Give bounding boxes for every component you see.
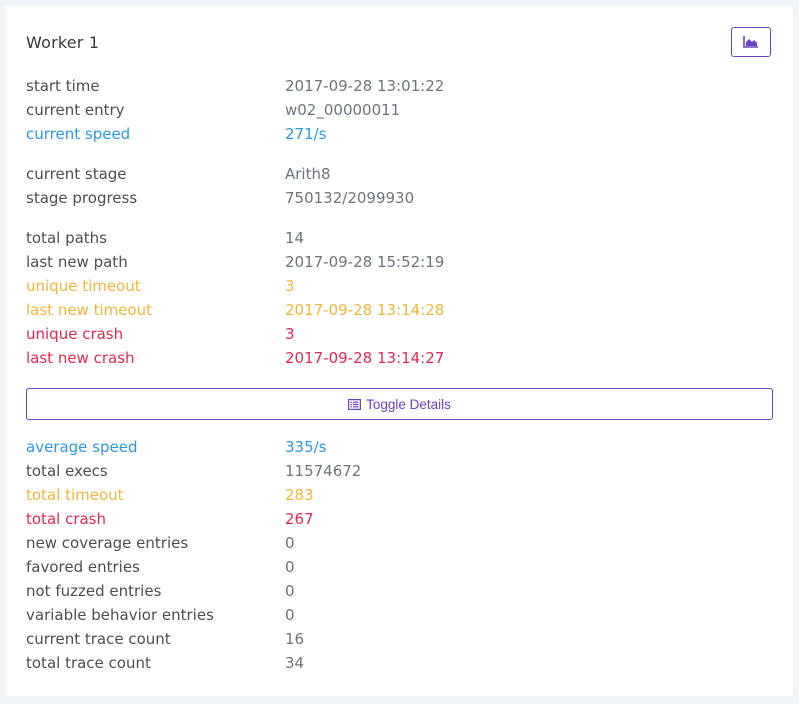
detail-value: 0 [285, 558, 295, 576]
stat-row: last new path 2017-09-28 15:52:19 [26, 252, 766, 272]
stat-value: 14 [285, 229, 305, 247]
worker-title: Worker 1 [26, 33, 100, 52]
stat-row: stage progress 750132/2099930 [26, 188, 766, 208]
toggle-details-button[interactable]: Toggle Details [26, 388, 773, 420]
detail-row: average speed 335/s [26, 437, 766, 457]
stat-row: last new timeout 2017-09-28 13:14:28 [26, 300, 766, 320]
stat-label: last new crash [26, 349, 135, 367]
stat-value: 3 [285, 277, 295, 295]
detail-row: favored entries 0 [26, 557, 766, 577]
stat-label: start time [26, 77, 100, 95]
detail-row: total trace count 34 [26, 653, 766, 673]
detail-value: 267 [285, 510, 314, 528]
detail-row: current trace count 16 [26, 629, 766, 649]
detail-row: not fuzzed entries 0 [26, 581, 766, 601]
stat-value: 2017-09-28 13:01:22 [285, 77, 445, 95]
detail-row: total crash 267 [26, 509, 766, 529]
detail-label: total trace count [26, 654, 151, 672]
detail-row: variable behavior entries 0 [26, 605, 766, 625]
stat-row: current speed 271/s [26, 124, 766, 144]
chart-button[interactable] [731, 27, 771, 57]
detail-label: current trace count [26, 630, 171, 648]
stat-row: current entry w02_00000011 [26, 100, 766, 120]
stat-label: current entry [26, 101, 125, 119]
detail-label: average speed [26, 438, 138, 456]
detail-value: 283 [285, 486, 314, 504]
stat-label: last new timeout [26, 301, 153, 319]
stat-label: stage progress [26, 189, 138, 207]
stat-row: unique crash 3 [26, 324, 766, 344]
stat-value: Arith8 [285, 165, 331, 183]
detail-label: variable behavior entries [26, 606, 214, 624]
stat-label: total paths [26, 229, 107, 247]
detail-label: favored entries [26, 558, 140, 576]
list-alt-icon [348, 398, 362, 410]
stat-row: start time 2017-09-28 13:01:22 [26, 76, 766, 96]
stat-row: total paths 14 [26, 228, 766, 248]
stat-row: current stage Arith8 [26, 164, 766, 184]
detail-label: new coverage entries [26, 534, 189, 552]
detail-label: not fuzzed entries [26, 582, 162, 600]
stat-value: 3 [285, 325, 295, 343]
detail-row: new coverage entries 0 [26, 533, 766, 553]
stat-label: unique crash [26, 325, 124, 343]
stat-label: current speed [26, 125, 131, 143]
stat-value: 271/s [285, 125, 327, 143]
stat-value: 2017-09-28 15:52:19 [285, 253, 445, 271]
detail-row: total timeout 283 [26, 485, 766, 505]
detail-label: total crash [26, 510, 106, 528]
toggle-details-label: Toggle Details [366, 396, 451, 412]
stat-value: 2017-09-28 13:14:27 [285, 349, 445, 367]
detail-label: total execs [26, 462, 108, 480]
area-chart-icon [743, 36, 759, 48]
stat-value: w02_00000011 [285, 101, 401, 119]
stat-label: last new path [26, 253, 128, 271]
stat-label: current stage [26, 165, 127, 183]
detail-value: 0 [285, 582, 295, 600]
stat-row: last new crash 2017-09-28 13:14:27 [26, 348, 766, 368]
stat-value: 750132/2099930 [285, 189, 415, 207]
detail-value: 335/s [285, 438, 327, 456]
detail-label: total timeout [26, 486, 124, 504]
detail-value: 34 [285, 654, 305, 672]
detail-row: total execs 11574672 [26, 461, 766, 481]
stat-row: unique timeout 3 [26, 276, 766, 296]
detail-value: 0 [285, 606, 295, 624]
stat-label: unique timeout [26, 277, 141, 295]
detail-value: 11574672 [285, 462, 362, 480]
worker-card: Worker 1 start time 2017-09-28 13:01:22 … [6, 6, 793, 696]
detail-value: 16 [285, 630, 305, 648]
stat-value: 2017-09-28 13:14:28 [285, 301, 445, 319]
detail-value: 0 [285, 534, 295, 552]
